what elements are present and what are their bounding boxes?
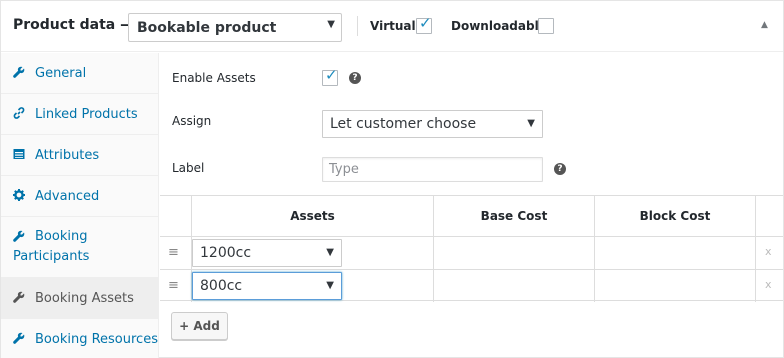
chevron-down-icon: ▼ — [326, 247, 334, 258]
enable-assets-checkbox[interactable]: ✓ — [322, 66, 338, 86]
product-data-panel: Product data — Bookable product ▼ Virtua… — [0, 0, 784, 358]
block-cost-column-header: Block Cost — [595, 196, 756, 236]
tab-attributes[interactable]: Attributes — [1, 135, 159, 176]
product-data-tabs: General Linked Products Attributes Advan… — [1, 53, 159, 358]
checkmark-icon: ✓ — [419, 14, 432, 32]
table-row: ≡ 800cc ▼ x — [160, 269, 783, 302]
block-cost-cell[interactable] — [595, 237, 756, 269]
drag-handle-cell[interactable]: ≡ — [160, 237, 192, 269]
label-input[interactable]: Type — [322, 157, 543, 182]
header-divider — [357, 16, 358, 36]
tab-label: Linked Products — [35, 107, 138, 122]
add-asset-button[interactable]: + Add — [171, 312, 228, 340]
base-cost-column-header: Base Cost — [434, 196, 595, 236]
remove-row-button[interactable]: x — [765, 278, 772, 291]
gear-icon — [13, 189, 25, 201]
product-data-title: Product data — — [13, 17, 135, 33]
tab-booking-assets[interactable]: Booking Assets — [1, 278, 159, 319]
booking-assets-panel: Enable Assets ✓ ? Assign Let customer ch… — [160, 53, 783, 358]
enable-assets-label: Enable Assets — [172, 71, 256, 85]
tab-label: Booking Participants — [13, 229, 90, 264]
product-type-value: Bookable product — [137, 20, 277, 36]
tab-label: Booking Resources — [35, 332, 158, 347]
asset-cell: 800cc ▼ — [192, 270, 434, 302]
chevron-down-icon: ▼ — [527, 118, 535, 129]
block-cost-cell[interactable] — [595, 270, 756, 302]
assign-value: Let customer choose — [330, 116, 477, 132]
help-icon[interactable]: ? — [554, 163, 566, 175]
asset-select[interactable]: 1200cc ▼ — [192, 239, 342, 267]
product-data-header: Product data — Bookable product ▼ Virtua… — [1, 1, 783, 52]
asset-value: 800cc — [200, 278, 243, 294]
wrench-icon — [13, 332, 25, 344]
wrench-icon — [13, 291, 25, 303]
checkmark-icon: ✓ — [325, 66, 338, 84]
virtual-label: Virtual: — [370, 19, 421, 33]
chevron-down-icon: ▼ — [326, 280, 334, 291]
asset-select-focused[interactable]: 800cc ▼ — [192, 272, 342, 300]
asset-value: 1200cc — [200, 245, 252, 261]
tab-booking-participants[interactable]: Booking Participants — [1, 217, 159, 278]
chevron-down-icon: ▼ — [327, 19, 335, 30]
label-field-label: Label — [172, 161, 205, 175]
assign-select[interactable]: Let customer choose ▼ — [322, 110, 543, 138]
label-placeholder: Type — [329, 162, 359, 177]
tab-general[interactable]: General — [1, 53, 159, 94]
product-type-select[interactable]: Bookable product ▼ — [128, 13, 342, 42]
drag-handle-icon[interactable]: ≡ — [168, 245, 179, 260]
assets-column-header: Assets — [192, 196, 434, 236]
tab-advanced[interactable]: Advanced — [1, 176, 159, 217]
table-row: ≡ 1200cc ▼ x — [160, 236, 783, 269]
assets-table: Assets Base Cost Block Cost ≡ 1200cc ▼ x… — [160, 195, 783, 302]
tab-linked-products[interactable]: Linked Products — [1, 94, 159, 135]
wrench-icon — [13, 66, 25, 78]
drag-handle-cell[interactable]: ≡ — [160, 270, 192, 302]
drag-handle-icon[interactable]: ≡ — [168, 278, 179, 293]
tab-label: General — [35, 66, 87, 81]
assign-label: Assign — [172, 114, 212, 128]
downloadable-label: Downloadable: — [451, 19, 552, 33]
link-icon — [13, 107, 25, 119]
tab-label: Booking Assets — [35, 291, 134, 306]
tab-label: Advanced — [35, 189, 100, 204]
handle-column-header — [160, 196, 192, 236]
downloadable-checkbox[interactable] — [538, 18, 554, 34]
virtual-checkbox[interactable]: ✓ — [416, 14, 432, 34]
asset-cell: 1200cc ▼ — [192, 237, 434, 269]
tab-label: Attributes — [35, 148, 100, 163]
collapse-arrow-icon[interactable]: ▲ — [761, 20, 768, 30]
base-cost-cell[interactable] — [434, 237, 595, 269]
remove-row-button[interactable]: x — [765, 245, 772, 258]
help-icon[interactable]: ? — [349, 72, 361, 84]
base-cost-cell[interactable] — [434, 270, 595, 302]
tab-booking-resources[interactable]: Booking Resources — [1, 319, 159, 358]
list-icon — [13, 148, 25, 160]
